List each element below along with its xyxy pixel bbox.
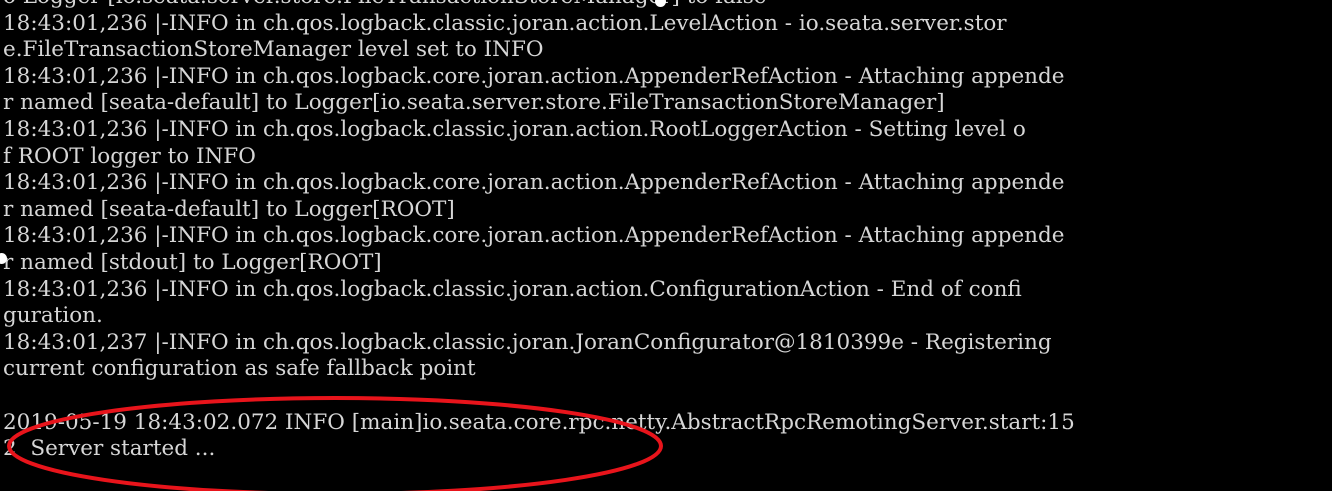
console-line: r named [stdout] to Logger[ROOT]: [3, 249, 382, 275]
console-line: 18:43:01,236 |-INFO in ch.qos.logback.co…: [3, 63, 1065, 89]
console-scrollbar[interactable]: [1314, 0, 1332, 491]
console-line: r named [seata-default] to Logger[io.sea…: [3, 90, 945, 116]
console-line: r named [seata-default] to Logger[ROOT]: [3, 196, 455, 222]
console-window: o Logger [io.seata.server.store.FileTran…: [0, 0, 1332, 491]
console-line: guration.: [3, 303, 103, 329]
console-line: 18:43:01,237 |-INFO in ch.qos.logback.cl…: [3, 329, 1052, 355]
console-output: o Logger [io.seata.server.store.FileTran…: [3, 0, 1313, 463]
console-line: f ROOT logger to INFO: [3, 143, 256, 169]
console-line: 18:43:01,236 |-INFO in ch.qos.logback.co…: [3, 223, 1065, 249]
console-line-highlighted: 2 Server started ...: [3, 436, 216, 462]
console-line: 18:43:01,236 |-INFO in ch.qos.logback.cl…: [3, 116, 1026, 142]
console-line: e.FileTransactionStoreManager level set …: [3, 37, 544, 63]
console-line: 18:43:01,236 |-INFO in ch.qos.logback.cl…: [3, 10, 1007, 36]
console-line: current configuration as safe fallback p…: [3, 356, 476, 382]
console-line: 18:43:01,236 |-INFO in ch.qos.logback.cl…: [3, 276, 1022, 302]
console-line-highlighted: 2019-05-19 18:43:02.072 INFO [main]io.se…: [3, 409, 1075, 435]
console-line: 18:43:01,236 |-INFO in ch.qos.logback.co…: [3, 170, 1065, 196]
